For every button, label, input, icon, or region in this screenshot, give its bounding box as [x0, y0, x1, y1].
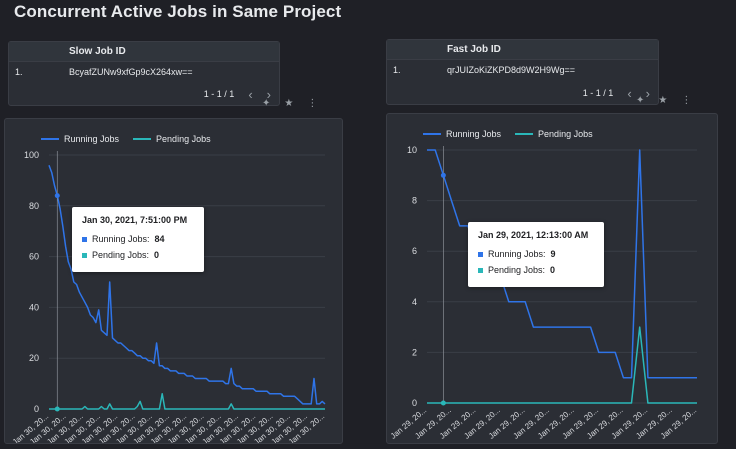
pending-hover-point	[54, 406, 60, 412]
y-tick-label: 10	[407, 145, 417, 155]
legend-item-pending[interactable]: Pending Jobs	[133, 134, 211, 144]
slow-job-table: Slow Job ID 1. BcyafZUNw9xfGp9cX264xw== …	[8, 41, 280, 106]
slow-job-chart[interactable]: 0 20 40 60 80 100 Jan 30, 20... Jan 30, 20... Ja…	[4, 118, 343, 444]
slow-chart-plot[interactable]: 020406080100Jan 30, 20...Jan 30, 20...Ja…	[5, 119, 342, 443]
column-header-fast-job-id[interactable]: Fast Job ID	[447, 40, 501, 59]
running-hover-point	[440, 172, 446, 178]
tooltip-title: Jan 29, 2021, 12:13:00 AM	[478, 230, 589, 240]
legend-label-running: Running Jobs	[446, 129, 502, 139]
edit-wand-icon[interactable]: ✦	[262, 98, 270, 109]
chart-toolbar: ✦ ★ ⋮	[636, 95, 691, 106]
tooltip-value-running: 84	[154, 234, 165, 244]
edit-wand-icon[interactable]: ✦	[636, 95, 644, 106]
tooltip-title: Jan 30, 2021, 7:51:00 PM	[82, 215, 188, 225]
tooltip-label-running: Running Jobs:	[488, 249, 546, 259]
legend-swatch-running	[41, 138, 59, 140]
more-vert-icon[interactable]: ⋮	[681, 95, 691, 106]
page-title: Concurrent Active Jobs in Same Project	[14, 2, 342, 21]
running-hover-point	[54, 193, 60, 199]
y-tick-label: 4	[412, 297, 417, 307]
tooltip-swatch-pending	[82, 252, 87, 258]
legend-swatch-running	[423, 133, 441, 135]
more-vert-icon[interactable]: ⋮	[307, 98, 317, 109]
row-index: 1.	[15, 67, 23, 77]
pending-series-line	[427, 326, 697, 404]
table-header[interactable]: Slow Job ID	[9, 42, 279, 62]
tooltip-label-pending: Pending Jobs:	[488, 265, 546, 275]
chart-tooltip: Jan 30, 2021, 7:51:00 PM Running Jobs: 8…	[72, 207, 204, 272]
tooltip-row-pending: Pending Jobs: 0	[478, 265, 594, 275]
job-id-cell[interactable]: qrJUIZoKiZKPD8d9W2H9Wg==	[447, 60, 575, 80]
y-tick-label: 60	[29, 252, 39, 262]
pager: 1 - 1 / 1 ‹ ›	[204, 85, 271, 103]
tooltip-label-running: Running Jobs:	[92, 234, 150, 244]
pager-count: 1 - 1 / 1	[203, 89, 235, 99]
table-header[interactable]: Fast Job ID	[387, 40, 658, 60]
chevron-left-icon[interactable]: ‹	[627, 86, 631, 101]
legend-swatch-pending	[515, 133, 534, 135]
y-tick-label: 100	[24, 150, 39, 160]
chart-tooltip: Jan 29, 2021, 12:13:00 AM Running Jobs: …	[468, 222, 604, 287]
y-tick-label: 8	[412, 196, 417, 206]
running-series-line	[48, 164, 326, 405]
tooltip-value-pending: 0	[550, 265, 556, 275]
tooltip-value-running: 9	[550, 249, 556, 259]
chevron-left-icon[interactable]: ‹	[248, 87, 252, 102]
legend-label-running: Running Jobs	[64, 134, 120, 144]
legend-item-running[interactable]: Running Jobs	[41, 134, 119, 144]
tooltip-swatch-pending	[478, 267, 483, 273]
chart-toolbar: ✦ ★ ⋮	[262, 98, 317, 109]
row-index: 1.	[393, 65, 401, 75]
legend-item-pending[interactable]: Pending Jobs	[515, 129, 593, 139]
tooltip-row-running: Running Jobs: 84	[82, 234, 194, 244]
tooltip-label-pending: Pending Jobs:	[92, 250, 150, 260]
explore-icon[interactable]: ★	[658, 95, 667, 106]
table-row[interactable]: 1. BcyafZUNw9xfGp9cX264xw==	[9, 62, 279, 82]
column-header-slow-job-id[interactable]: Slow Job ID	[69, 42, 126, 61]
job-id-cell[interactable]: BcyafZUNw9xfGp9cX264xw==	[69, 62, 193, 82]
tooltip-swatch-running	[82, 236, 87, 242]
y-tick-label: 40	[29, 302, 39, 312]
explore-icon[interactable]: ★	[284, 98, 293, 109]
pager-count: 1 - 1 / 1	[582, 88, 614, 98]
tooltip-row-running: Running Jobs: 9	[478, 249, 594, 259]
legend-label-pending: Pending Jobs	[156, 134, 211, 144]
fast-job-table: Fast Job ID 1. qrJUIZoKiZKPD8d9W2H9Wg== …	[386, 39, 659, 105]
legend-label-pending: Pending Jobs	[538, 129, 593, 139]
y-tick-label: 0	[412, 398, 417, 408]
chart-legend: Running Jobs Pending Jobs	[423, 129, 593, 139]
table-row[interactable]: 1. qrJUIZoKiZKPD8d9W2H9Wg==	[387, 60, 658, 80]
y-tick-label: 0	[34, 404, 39, 414]
tooltip-value-pending: 0	[154, 250, 160, 260]
y-tick-label: 6	[412, 246, 417, 256]
chart-legend: Running Jobs Pending Jobs	[41, 134, 211, 144]
y-tick-label: 80	[29, 201, 39, 211]
legend-swatch-pending	[133, 138, 152, 140]
legend-item-running[interactable]: Running Jobs	[423, 129, 501, 139]
tooltip-row-pending: Pending Jobs: 0	[82, 250, 194, 260]
y-tick-label: 2	[412, 347, 417, 357]
tooltip-swatch-running	[478, 251, 483, 257]
pending-hover-point	[440, 400, 446, 406]
fast-job-chart[interactable]: 0 2 4 6 8 10 Jan 29, 20... Jan 29, 20... Jan 29,…	[386, 113, 718, 444]
y-tick-label: 20	[29, 353, 39, 363]
